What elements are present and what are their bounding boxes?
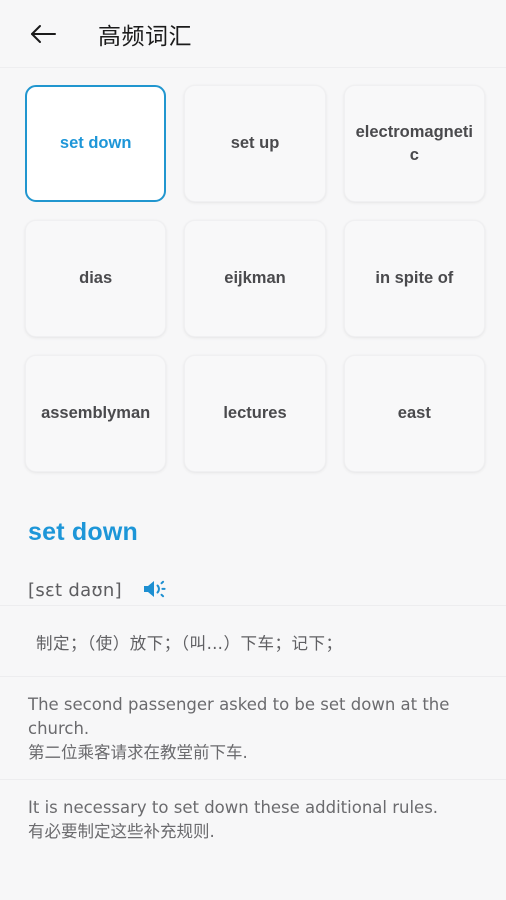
example-english: The second passenger asked to be set dow… bbox=[28, 695, 450, 738]
word-grid: set down set up electromagnetic dias eij… bbox=[25, 85, 485, 472]
word-detail-panel: set down [sɛt daʊn] 制定；（使）放下；（叫…）下车；记下； … bbox=[0, 518, 506, 858]
word-card-label: set up bbox=[230, 134, 280, 153]
example-chinese: 第二位乘客请求在教堂前下车. bbox=[28, 742, 248, 762]
word-card-in-spite-of[interactable]: in spite of bbox=[343, 220, 485, 337]
example-english: It is necessary to set down these additi… bbox=[28, 797, 439, 817]
app-bar: 高频词汇 bbox=[0, 0, 506, 68]
word-grid-area: set down set up electromagnetic dias eij… bbox=[0, 68, 506, 486]
back-button[interactable] bbox=[26, 17, 60, 51]
word-card-label: set down bbox=[59, 134, 132, 153]
word-card-electromagnetic[interactable]: electromagnetic bbox=[343, 85, 485, 202]
word-card-label: dias bbox=[79, 269, 113, 288]
phonetic-text: [sɛt daʊn] bbox=[28, 579, 122, 601]
page-title: 高频词汇 bbox=[98, 23, 192, 50]
word-card-set-down[interactable]: set down bbox=[25, 85, 167, 202]
example-item: It is necessary to set down these additi… bbox=[28, 780, 478, 858]
detail-word-title: set down bbox=[28, 518, 138, 546]
word-card-label: in spite of bbox=[375, 269, 454, 288]
example-item: The second passenger asked to be set dow… bbox=[28, 677, 478, 779]
word-card-label: electromagnetic bbox=[355, 123, 473, 164]
word-card-assemblyman[interactable]: assemblyman bbox=[25, 355, 167, 472]
speaker-icon bbox=[141, 577, 169, 604]
definition-text: 制定；（使）放下；（叫…）下车；记下； bbox=[36, 634, 343, 653]
arrow-left-icon bbox=[29, 22, 57, 46]
word-card-set-up[interactable]: set up bbox=[184, 85, 326, 202]
phonetic-row: [sɛt daʊn] bbox=[28, 575, 478, 605]
example-chinese: 有必要制定这些补充规则. bbox=[28, 821, 215, 841]
word-card-east[interactable]: east bbox=[343, 355, 485, 472]
pronounce-button[interactable] bbox=[141, 577, 171, 603]
word-card-label: eijkman bbox=[224, 269, 286, 288]
word-card-lectures[interactable]: lectures bbox=[184, 355, 326, 472]
word-card-dias[interactable]: dias bbox=[25, 220, 167, 337]
word-card-label: east bbox=[397, 404, 431, 423]
word-card-label: assemblyman bbox=[41, 404, 151, 423]
word-card-eijkman[interactable]: eijkman bbox=[184, 220, 326, 337]
word-card-label: lectures bbox=[223, 404, 287, 423]
